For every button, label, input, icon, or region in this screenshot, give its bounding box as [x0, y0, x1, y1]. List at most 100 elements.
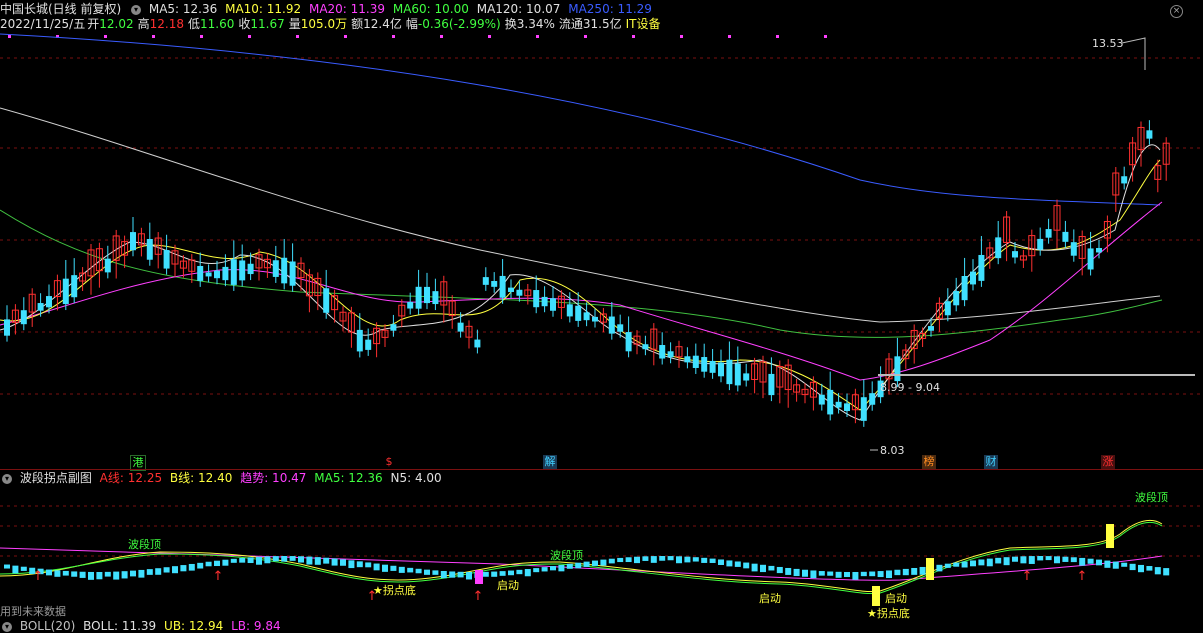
indicator-bar: [205, 561, 212, 567]
candle-body: [944, 301, 951, 316]
indicator-bar: [953, 562, 960, 567]
indicator-bar: [676, 556, 682, 564]
ub-value: UB: 12.94: [164, 619, 224, 633]
a-line-value: A线: 12.25: [99, 471, 163, 485]
candle-body: [130, 232, 136, 251]
future-data-note: 用到未来数据: [0, 605, 66, 618]
candle-body: [499, 275, 506, 298]
indicator-bar: [1054, 556, 1060, 564]
indicator-chart[interactable]: ↑ ↑↑ ↑↑ ↑: [0, 486, 1203, 606]
indicator-bar: [71, 571, 78, 577]
indicator-bar: [340, 559, 346, 566]
start-label-2: 启动: [759, 592, 781, 605]
indicator-bar: [558, 564, 565, 572]
event-marker-unlock[interactable]: 解: [543, 455, 557, 469]
indicator-bar: [911, 567, 918, 575]
candle-body: [827, 389, 834, 415]
indicator-bar: [407, 567, 414, 573]
candle-body: [146, 238, 153, 260]
indicator-bar: [197, 562, 204, 569]
signal-bar: [1106, 524, 1114, 548]
indicator-bar: [894, 569, 901, 576]
indicator-bar: [827, 571, 834, 576]
b-line-value: B线: 12.40: [169, 471, 233, 485]
indicator-bar: [844, 571, 850, 578]
indicator-bar: [457, 571, 464, 578]
candle-body: [1121, 176, 1128, 184]
indicator-bar: [970, 560, 976, 567]
candle-body: [953, 291, 960, 306]
buy-arrow-icon: ↑: [1022, 569, 1033, 584]
event-marker-limit-up[interactable]: 涨: [1101, 455, 1115, 469]
indicator-bar: [188, 563, 195, 571]
indicator-bar: [499, 571, 506, 576]
event-marker-dollar[interactable]: $: [382, 455, 396, 469]
indicator-bar: [1003, 557, 1010, 566]
close-icon[interactable]: ×: [1170, 5, 1183, 18]
indicator-bar: [1062, 556, 1069, 562]
indicator-bar: [323, 557, 330, 564]
high-price-label: 13.53: [1092, 37, 1124, 50]
indicator-bar: [718, 559, 724, 565]
candle-body: [516, 289, 523, 296]
turn-bottom-label-2: ★拐点底: [867, 607, 910, 620]
candle-body: [197, 265, 204, 281]
candle-body: [424, 286, 430, 304]
candle-body: [457, 322, 464, 332]
candle-body: [1070, 242, 1077, 256]
indicator-bar: [852, 571, 859, 580]
change-label: 幅-0.36(-2.99%): [405, 17, 501, 31]
candle-body: [20, 310, 27, 325]
indicator-bar: [575, 562, 582, 569]
indicator-bar: [1129, 563, 1136, 571]
candle-body: [239, 260, 246, 281]
candle-body: [768, 373, 775, 396]
indicator-bar: [491, 571, 498, 577]
indicator-bar: [810, 570, 817, 579]
indicator-bar: [986, 558, 993, 567]
candle-body: [46, 296, 52, 308]
candle-body: [894, 356, 901, 382]
event-marker-finance[interactable]: 财: [984, 455, 998, 469]
dropdown-icon[interactable]: ▾: [131, 4, 142, 15]
candle-body: [592, 316, 598, 322]
indicator-bar: [281, 556, 288, 562]
indicator-bar: [919, 566, 926, 575]
indicator-bar: [835, 571, 842, 578]
indicator-bar: [1121, 562, 1128, 567]
indicator-bar: [659, 556, 666, 561]
buy-arrow-icon: ↑: [33, 569, 44, 584]
candlestick-chart[interactable]: [0, 30, 1203, 470]
period-dot: [824, 35, 827, 38]
indicator-bar: [617, 557, 624, 563]
event-marker-ranking[interactable]: 榜: [922, 455, 936, 469]
indicator-bar: [625, 557, 632, 563]
indicator-bar: [482, 571, 489, 577]
indicator-bar: [936, 564, 943, 572]
sector-label: IT设备: [625, 17, 661, 31]
indicator-bar: [667, 556, 674, 561]
indicator-bar: [1045, 556, 1052, 561]
sub-panel-title: 波段拐点副图: [19, 471, 92, 485]
indicator-bar: [1028, 556, 1035, 564]
indicator-bar: [155, 568, 162, 575]
indicator-bar: [508, 570, 514, 576]
indicator-bar: [113, 571, 120, 580]
indicator-bar: [373, 563, 380, 571]
indicator-bar: [1012, 556, 1018, 562]
dropdown-icon[interactable]: ▾: [2, 473, 12, 484]
boll-title: BOLL(20): [19, 619, 76, 633]
ma250-line: [0, 33, 1161, 206]
amount-label: 额12.4亿: [351, 17, 402, 31]
low-label: 低11.60: [187, 17, 235, 31]
indicator-bar: [46, 569, 52, 576]
indicator-bar: [54, 570, 61, 577]
indicator-bar: [424, 569, 430, 575]
indicator-bar: [709, 558, 716, 563]
indicator-bar: [726, 560, 733, 567]
candle-body: [970, 271, 976, 285]
indicator-bar: [550, 566, 556, 571]
candle-body: [625, 332, 632, 352]
chart-header: 中国长城(日线 前复权) ▾ MA5: 12.36 MA10: 11.92 MA…: [0, 2, 656, 16]
indicator-bar: [1020, 556, 1027, 564]
